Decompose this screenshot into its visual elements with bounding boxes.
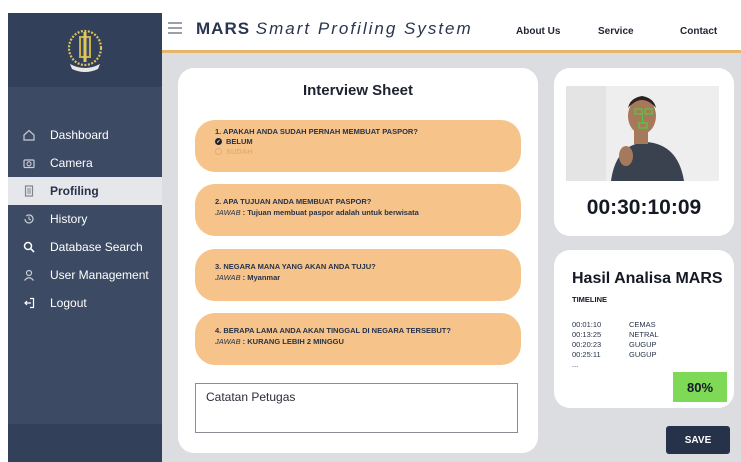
hamburger-menu-icon[interactable] [168, 22, 182, 34]
question-text: 2. APA TUJUAN ANDA MEMBUAT PASPOR? [215, 197, 372, 206]
list-item: 00:25:11 GUGUP [572, 350, 657, 359]
interview-title: Interview Sheet [302, 82, 414, 99]
option-sudah[interactable]: SUDAH [215, 147, 501, 156]
home-icon [22, 128, 36, 142]
sidebar-item-label: Database Search [50, 240, 143, 254]
question-card-1: 1. APAKAH ANDA SUDAH PERNAH MEMBUAT PASP… [195, 120, 521, 172]
search-icon [22, 240, 36, 254]
question-card-2: 2. APA TUJUAN ANDA MEMBUAT PASPOR? JAWAB… [195, 184, 521, 236]
sidebar-item-label: Dashboard [50, 128, 109, 142]
sidebar-item-camera[interactable]: Camera [8, 149, 162, 177]
nav-about-us[interactable]: About Us [516, 26, 560, 37]
nav-service[interactable]: Service [598, 26, 634, 37]
sidebar-item-dashboard[interactable]: Dashboard [8, 121, 162, 149]
radio-checked-icon: ✓ [215, 138, 222, 145]
sidebar-item-database-search[interactable]: Database Search [8, 233, 162, 261]
analysis-card: Hasil Analisa MARS TIMELINE 00:01:10 CEMA… [554, 250, 734, 408]
interview-card: Interview Sheet 1. APAKAH ANDA SUDAH PER… [178, 68, 538, 453]
interview-timer: 00:30:10:09 [586, 196, 702, 219]
timeline-list: 00:01:10 CEMAS 00:13:25 NETRAL 00:20:23 GUG… [572, 320, 659, 370]
list-item: 00:20:23 GUGUP [572, 340, 657, 349]
document-icon [22, 184, 36, 198]
history-icon [22, 212, 36, 226]
sidebar-footer [8, 424, 162, 462]
sidebar-item-profiling[interactable]: Profiling [8, 177, 162, 205]
list-item: 00:13:25 NETRAL [572, 330, 659, 339]
answer-text: JAWAB : Myanmar [215, 273, 281, 282]
list-item: 00:01:10 CEMAS [572, 320, 656, 329]
sidebar-item-history[interactable]: History [8, 205, 162, 233]
emblem-logo [67, 29, 103, 72]
camera-icon [22, 156, 36, 170]
question-text: 1. APAKAH ANDA SUDAH PERNAH MEMBUAT PASP… [215, 127, 418, 136]
question-text: 4. BERAPA LAMA ANDA AKAN TINGGAL DI NEGA… [215, 326, 451, 335]
save-button[interactable]: SAVE [666, 426, 730, 454]
logo-area [8, 13, 162, 87]
brand-subtitle: Smart Profiling System [255, 19, 473, 38]
question-card-4: 4. BERAPA LAMA ANDA AKAN TINGGAL DI NEGA… [195, 313, 521, 365]
app-title: MARS Smart Profiling System [196, 19, 473, 39]
sidebar-item-label: Camera [50, 156, 93, 170]
sidebar-item-user-management[interactable]: User Management [8, 261, 162, 289]
camera-feed [566, 86, 719, 181]
sidebar: Dashboard Camera Profiling History Datab… [8, 13, 162, 462]
sidebar-item-logout[interactable]: Logout [8, 289, 162, 317]
notes-placeholder: Catatan Petugas [206, 390, 296, 404]
officer-notes-field[interactable]: Catatan Petugas [195, 383, 518, 433]
result-percentage-badge: 80% [673, 372, 727, 402]
logout-icon [22, 296, 36, 310]
option-belum[interactable]: ✓ BELUM [215, 137, 501, 146]
radio-unchecked-icon [215, 148, 222, 155]
answer-text: JAWAB : KURANG LEBIH 2 MINGGU [215, 337, 344, 346]
answer-text: JAWAB : Tujuan membuat paspor adalah unt… [215, 208, 419, 217]
sidebar-item-label: Profiling [50, 184, 99, 198]
sidebar-item-label: Logout [50, 296, 87, 310]
list-item-ellipsis: ... [572, 360, 579, 369]
sidebar-item-label: User Management [50, 268, 149, 282]
person-silhouette-icon [566, 86, 719, 181]
sidebar-nav: Dashboard Camera Profiling History Datab… [8, 121, 162, 317]
analysis-title: Hasil Analisa MARS [572, 270, 723, 287]
brand-bold: MARS [196, 19, 251, 38]
sidebar-item-label: History [50, 212, 88, 226]
user-icon [22, 268, 36, 282]
question-card-3: 3. NEGARA MANA YANG AKAN ANDA TUJU? JAWA… [195, 249, 521, 301]
nav-contact[interactable]: Contact [680, 26, 717, 37]
camera-card: 00:30:10:09 [554, 68, 734, 236]
timeline-label: TIMELINE [572, 295, 607, 304]
question-text: 3. NEGARA MANA YANG AKAN ANDA TUJU? [215, 262, 376, 271]
